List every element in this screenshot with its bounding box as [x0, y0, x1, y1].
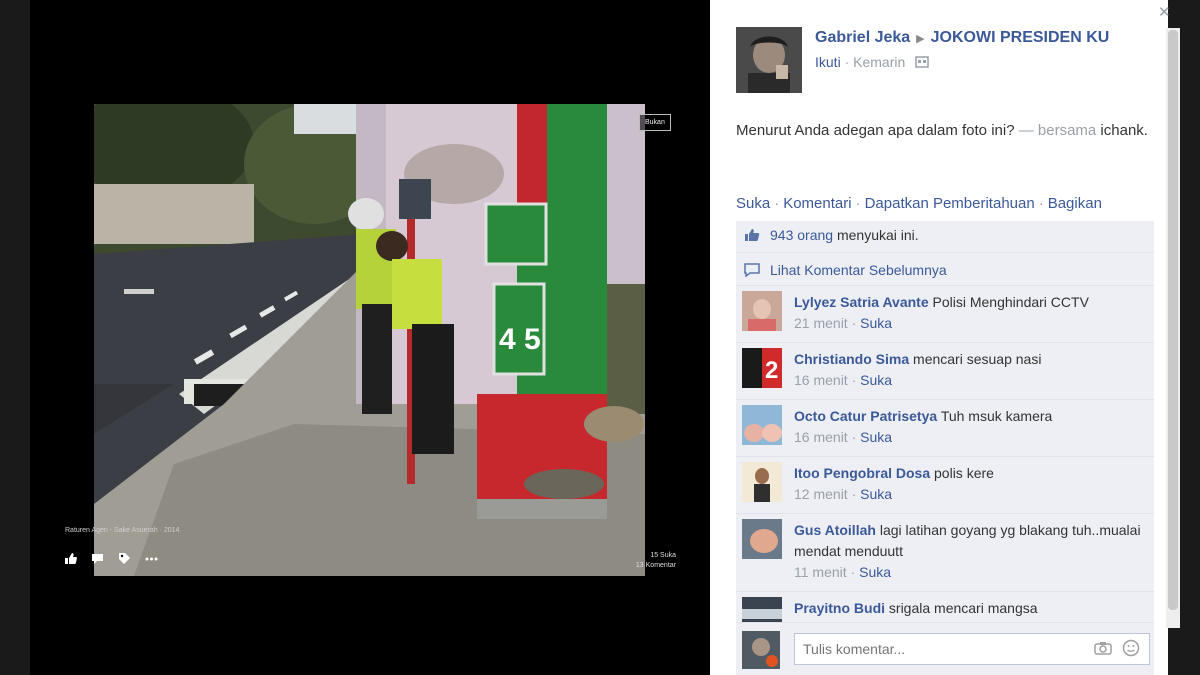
comment-body: Octo Catur Patrisetya Tuh msuk kamera 16… — [794, 406, 1144, 448]
photo-pane: 4 5 Bukan Raturen Agen - Sake Asuerah · … — [30, 0, 710, 675]
commenter-avatar[interactable] — [742, 597, 782, 622]
commenter-name[interactable]: Itoo Pengobral Dosa — [794, 465, 930, 481]
comment-meta: 16 menit · Suka — [794, 372, 893, 388]
post-actions-bar: Suka · Komentari · Dapatkan Pemberitahuan · Ba… — [736, 195, 1102, 212]
commenter-name[interactable]: Octo Catur Patrisetya — [794, 408, 937, 424]
commenter-avatar[interactable] — [742, 462, 782, 502]
audience-icon[interactable] — [915, 55, 929, 72]
group-name[interactable]: JOKOWI PRESIDEN KU — [931, 29, 1110, 46]
comment-body: Christiando Sima mencari sesuap nasi 16 … — [794, 349, 1144, 391]
comment-item: Lylyez Satria Avante Polisi Menghindari … — [736, 287, 1154, 343]
arrow-right-icon: ▶ — [916, 33, 925, 45]
comment-item: Gus Atoillah lagi latihan goyang yg blak… — [736, 515, 1154, 592]
commenter-avatar[interactable] — [742, 405, 782, 445]
thumbs-up-icon — [744, 228, 760, 242]
post-text: Menurut Anda adegan apa dalam foto ini? … — [736, 119, 1156, 143]
view-previous-comments[interactable]: Lihat Komentar Sebelumnya — [736, 254, 1154, 286]
comment-item: Prayitno Budi srigala mencari mangsa — [736, 593, 1154, 623]
comment-link[interactable]: Komentari — [783, 195, 851, 212]
comments-section: 943 orang menyukai ini. Lihat Komentar S… — [736, 221, 1154, 675]
commenter-name[interactable]: Lylyez Satria Avante — [794, 294, 929, 310]
tag-icon[interactable] — [118, 552, 131, 565]
comment-like-link[interactable]: Suka — [859, 564, 891, 580]
comment-like-link[interactable]: Suka — [860, 315, 892, 331]
comment-body: Gus Atoillah lagi latihan goyang yg blak… — [794, 520, 1144, 583]
comment-time[interactable]: 21 menit — [794, 315, 848, 331]
tagged-user[interactable]: ichank. — [1100, 122, 1148, 139]
likes-suffix: menyukai ini. — [836, 227, 919, 243]
likes-summary: 943 orang menyukai ini. — [736, 221, 1154, 253]
commenter-name[interactable]: Christiando Sima — [794, 351, 909, 367]
comment-text: Polisi Menghindari CCTV — [932, 294, 1089, 310]
comment-body: Itoo Pengobral Dosa polis kere 12 menit … — [794, 463, 1144, 505]
post-side-panel: Gabriel Jeka ▶ JOKOWI PRESIDEN KU Ikuti · … — [710, 0, 1168, 675]
post-header: Gabriel Jeka ▶ JOKOWI PRESIDEN KU — [815, 29, 1109, 47]
commenter-avatar[interactable] — [742, 519, 782, 559]
more-options-icon[interactable] — [145, 552, 158, 565]
comment-time[interactable]: 12 menit — [794, 486, 848, 502]
post-time[interactable]: Kemarin — [853, 54, 905, 70]
photo-image: 4 5 — [94, 104, 645, 576]
like-icon[interactable] — [64, 552, 77, 565]
comment-meta: 16 menit · Suka — [794, 429, 893, 445]
post-with-text: — bersama — [1018, 122, 1097, 139]
comment-icon[interactable] — [91, 552, 104, 565]
camera-icon[interactable] — [1094, 641, 1112, 655]
comment-time[interactable]: 16 menit — [794, 372, 848, 388]
photo-viewer: 4 5 Bukan Raturen Agen - Sake Asuerah · … — [0, 0, 1200, 675]
commenter-name[interactable]: Prayitno Budi — [794, 600, 885, 616]
comment-body: Prayitno Budi srigala mencari mangsa — [794, 598, 1144, 619]
comment-body: Lylyez Satria Avante Polisi Menghindari … — [794, 292, 1144, 334]
speech-bubble-icon — [744, 263, 760, 278]
likes-count[interactable]: 943 orang — [770, 227, 833, 243]
author-avatar[interactable] — [736, 27, 802, 93]
photo-likes-count[interactable]: 15 Suka — [636, 551, 676, 561]
comment-time[interactable]: 16 menit — [794, 429, 848, 445]
view-previous-label[interactable]: Lihat Komentar Sebelumnya — [770, 262, 947, 278]
comment-like-link[interactable]: Suka — [860, 486, 892, 502]
comment-item: Octo Catur Patrisetya Tuh msuk kamera 16… — [736, 401, 1154, 457]
comment-like-link[interactable]: Suka — [860, 429, 892, 445]
scrollbar-thumb[interactable] — [1168, 30, 1178, 610]
svg-text:4 5: 4 5 — [499, 323, 541, 356]
author-name[interactable]: Gabriel Jeka — [815, 29, 910, 46]
comment-meta: 12 menit · Suka — [794, 486, 893, 502]
comment-like-link[interactable]: Suka — [860, 372, 892, 388]
commenter-avatar[interactable]: 2 — [742, 348, 782, 388]
comment-input-row — [736, 623, 1154, 675]
notify-link[interactable]: Dapatkan Pemberitahuan — [865, 195, 1035, 212]
post-photo[interactable]: 4 5 — [94, 104, 645, 576]
commenter-avatar[interactable] — [742, 291, 782, 331]
comment-text: polis kere — [934, 465, 994, 481]
comment-item: 2 Christiando Sima mencari sesuap nasi 1… — [736, 344, 1154, 400]
photo-tag-label[interactable]: Bukan — [639, 114, 671, 131]
svg-text:2: 2 — [765, 357, 778, 384]
follow-link[interactable]: Ikuti — [815, 54, 841, 70]
current-user-avatar — [742, 631, 780, 669]
post-message: Menurut Anda adegan apa dalam foto ini? — [736, 122, 1015, 139]
comment-item: Itoo Pengobral Dosa polis kere 12 menit … — [736, 458, 1154, 514]
comment-meta: 21 menit · Suka — [794, 315, 893, 331]
comment-meta: 11 menit · Suka — [794, 564, 892, 580]
photo-stats: 15 Suka 13 Komentar — [636, 551, 676, 571]
comment-text: mencari sesuap nasi — [913, 351, 1042, 367]
post-meta: Ikuti · Kemarin — [815, 54, 929, 72]
like-link[interactable]: Suka — [736, 195, 770, 212]
commenter-name[interactable]: Gus Atoillah — [794, 522, 876, 538]
emoji-icon[interactable] — [1122, 639, 1140, 657]
comment-time[interactable]: 11 menit — [794, 564, 847, 580]
photo-caption: Raturen Agen - Sake Asuerah · 2014 — [65, 527, 180, 534]
share-link[interactable]: Bagikan — [1048, 195, 1102, 212]
comment-text: Tuh msuk kamera — [940, 408, 1053, 424]
close-icon[interactable]: ✕ — [1158, 5, 1171, 21]
meta-separator: · — [844, 54, 854, 70]
photo-action-bar — [64, 552, 158, 565]
comment-text: srigala mencari mangsa — [888, 600, 1038, 616]
photo-comments-count[interactable]: 13 Komentar — [636, 561, 676, 571]
